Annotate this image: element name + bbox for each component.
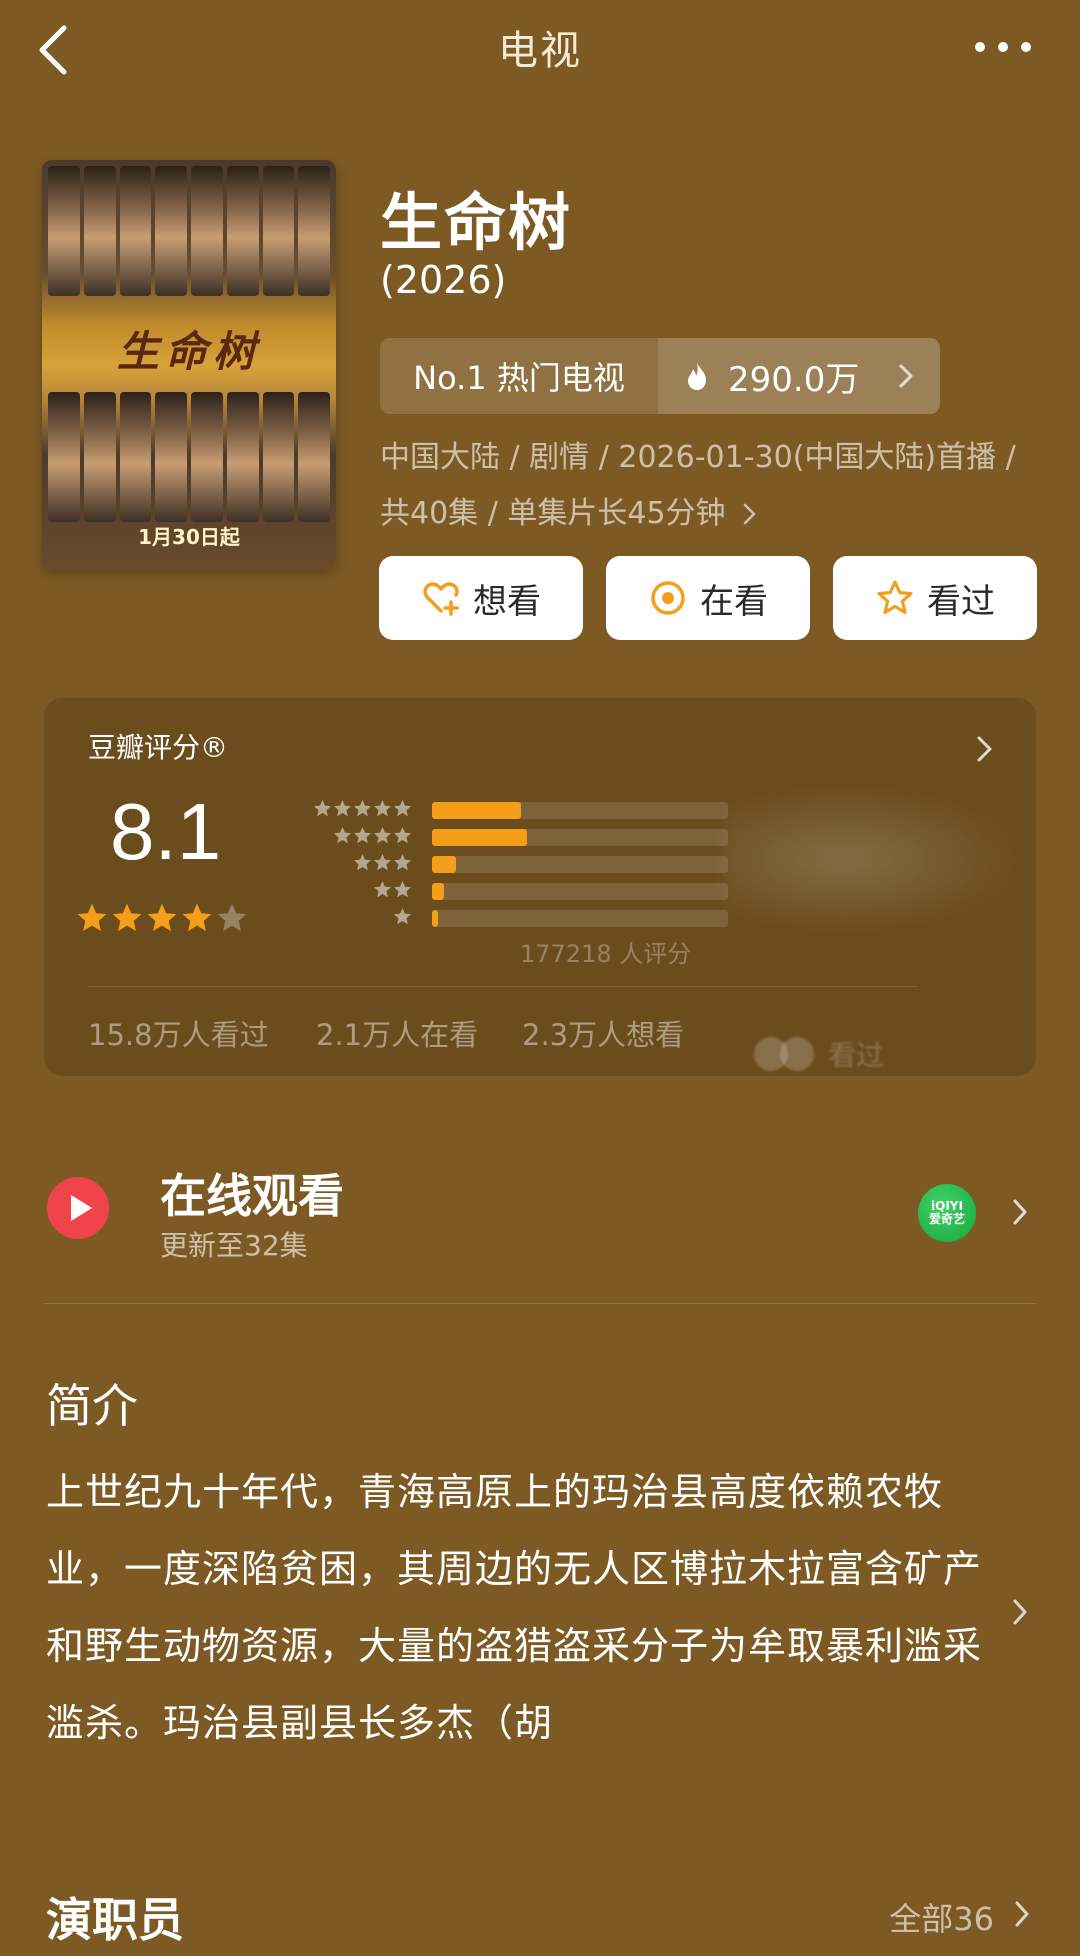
show-year: (2026) bbox=[380, 258, 507, 302]
rating-distribution bbox=[272, 796, 728, 931]
more-button[interactable] bbox=[970, 30, 1040, 64]
divider bbox=[44, 1303, 1036, 1304]
rank-label: No.1 热门电视 bbox=[380, 338, 658, 414]
heat-section[interactable]: 290.0万 bbox=[658, 338, 940, 414]
rating-stars bbox=[76, 902, 248, 934]
iqiyi-logo-cn: 爱奇艺 bbox=[928, 1212, 965, 1226]
distribution-stars bbox=[353, 853, 412, 872]
chevron-right-icon bbox=[1013, 1199, 1027, 1225]
want-to-watch-button[interactable]: 想看 bbox=[379, 556, 583, 640]
star-small-icon bbox=[313, 799, 332, 817]
distribution-bar-track bbox=[432, 829, 728, 846]
meta-text: 中国大陆 / 剧情 / 2026-01-30(中国大陆)首播 / 共40集 / … bbox=[380, 440, 1016, 531]
chevron-right-icon bbox=[899, 364, 913, 388]
chevron-right-icon bbox=[977, 736, 992, 762]
distribution-row bbox=[272, 904, 728, 931]
rank-pill[interactable]: No.1 热门电视 290.0万 bbox=[380, 338, 940, 414]
distribution-bar bbox=[432, 856, 456, 873]
play-icon bbox=[47, 1177, 109, 1239]
star-small-icon bbox=[393, 799, 412, 817]
iqiyi-logo-icon: iQIYI 爱奇艺 bbox=[918, 1184, 976, 1242]
star-small-icon bbox=[373, 826, 392, 844]
star-small-icon bbox=[333, 799, 352, 817]
more-dots-icon bbox=[975, 42, 1031, 52]
distribution-row bbox=[272, 877, 728, 904]
chevron-right-icon[interactable] bbox=[1012, 1598, 1028, 1626]
watching-button[interactable]: 在看 bbox=[606, 556, 810, 640]
distribution-bar bbox=[432, 883, 444, 900]
distribution-bar bbox=[432, 802, 521, 819]
heart-plus-icon bbox=[423, 582, 459, 616]
want-label: 想看 bbox=[473, 581, 541, 622]
distribution-stars bbox=[313, 799, 412, 818]
friends-preview[interactable]: 看过 bbox=[754, 1034, 884, 1074]
page-title: 电视 bbox=[498, 28, 582, 74]
star-filled-icon bbox=[147, 903, 177, 932]
watched-label: 看过 bbox=[927, 581, 995, 622]
distribution-row bbox=[272, 823, 728, 850]
distribution-row bbox=[272, 850, 728, 877]
flame-icon bbox=[688, 362, 706, 390]
stat-watched: 15.8万人看过 bbox=[88, 1018, 269, 1052]
distribution-stars bbox=[373, 880, 412, 899]
distribution-bar bbox=[432, 910, 438, 927]
star-small-icon bbox=[333, 826, 352, 844]
rating-score: 8.1 bbox=[110, 787, 222, 876]
cast-heading: 演职员 bbox=[46, 1893, 184, 1947]
divider bbox=[88, 986, 918, 987]
top-bar: 电视 bbox=[0, 0, 1080, 100]
target-icon bbox=[651, 581, 685, 615]
star-small-icon bbox=[353, 826, 372, 844]
star-small-icon bbox=[393, 853, 412, 871]
star-small-icon bbox=[393, 880, 412, 898]
star-filled-icon bbox=[182, 903, 212, 932]
blurred-content bbox=[724, 784, 1024, 934]
poster-title-art: 生命树 bbox=[116, 327, 261, 376]
star-empty-icon bbox=[217, 903, 247, 932]
avatar bbox=[780, 1037, 814, 1071]
rating-card[interactable]: 豆瓣评分® 8.1 177218 人评分 15.8万人看过 2.1万人在看 2.… bbox=[44, 698, 1036, 1076]
distribution-bar-track bbox=[432, 856, 728, 873]
intro-heading: 简介 bbox=[46, 1379, 138, 1433]
rating-source-label: 豆瓣评分® bbox=[88, 731, 229, 764]
show-title: 生命树 bbox=[380, 186, 573, 259]
star-filled-icon bbox=[112, 903, 142, 932]
star-small-icon bbox=[373, 880, 392, 898]
distribution-bar-track bbox=[432, 883, 728, 900]
poster-release-note: 1月30日起 bbox=[138, 525, 240, 549]
star-small-icon bbox=[353, 853, 372, 871]
cast-all-link[interactable]: 全部36 bbox=[889, 1894, 994, 1940]
poster-image[interactable]: 生命树 1月30日起 bbox=[42, 160, 336, 570]
distribution-row bbox=[272, 796, 728, 823]
chevron-right-icon[interactable] bbox=[1014, 1900, 1030, 1928]
intro-text[interactable]: 上世纪九十年代，青海高原上的玛治县高度依赖农牧业，一度深陷贫困，其周边的无人区博… bbox=[46, 1454, 986, 1762]
online-watch-title: 在线观看 bbox=[160, 1169, 344, 1223]
star-filled-icon bbox=[77, 903, 107, 932]
star-small-icon bbox=[393, 826, 412, 844]
friends-preview-label: 看过 bbox=[828, 1039, 885, 1072]
distribution-bar-track bbox=[432, 802, 728, 819]
rating-count: 177218 人评分 bbox=[520, 940, 692, 968]
heat-value: 290.0万 bbox=[728, 359, 860, 400]
watched-button[interactable]: 看过 bbox=[833, 556, 1037, 640]
online-watch-row[interactable]: 在线观看 更新至32集 iQIYI 爱奇艺 bbox=[0, 1146, 1080, 1266]
star-outline-icon bbox=[877, 580, 913, 615]
distribution-stars bbox=[393, 907, 412, 926]
star-small-icon bbox=[393, 907, 412, 925]
watching-label: 在看 bbox=[700, 581, 768, 622]
distribution-bar bbox=[432, 829, 527, 846]
online-watch-subtitle: 更新至32集 bbox=[160, 1229, 308, 1262]
stat-want: 2.3万人想看 bbox=[522, 1018, 685, 1052]
distribution-bar-track bbox=[432, 910, 728, 927]
show-meta[interactable]: 中国大陆 / 剧情 / 2026-01-30(中国大陆)首播 / 共40集 / … bbox=[380, 430, 1020, 542]
distribution-stars bbox=[333, 826, 412, 845]
star-small-icon bbox=[373, 799, 392, 817]
star-small-icon bbox=[353, 799, 372, 817]
stat-watching: 2.1万人在看 bbox=[316, 1018, 479, 1052]
poster-cast-top bbox=[48, 166, 330, 296]
poster-cast-bottom bbox=[48, 392, 330, 522]
star-small-icon bbox=[373, 853, 392, 871]
chevron-right-icon bbox=[743, 503, 756, 525]
